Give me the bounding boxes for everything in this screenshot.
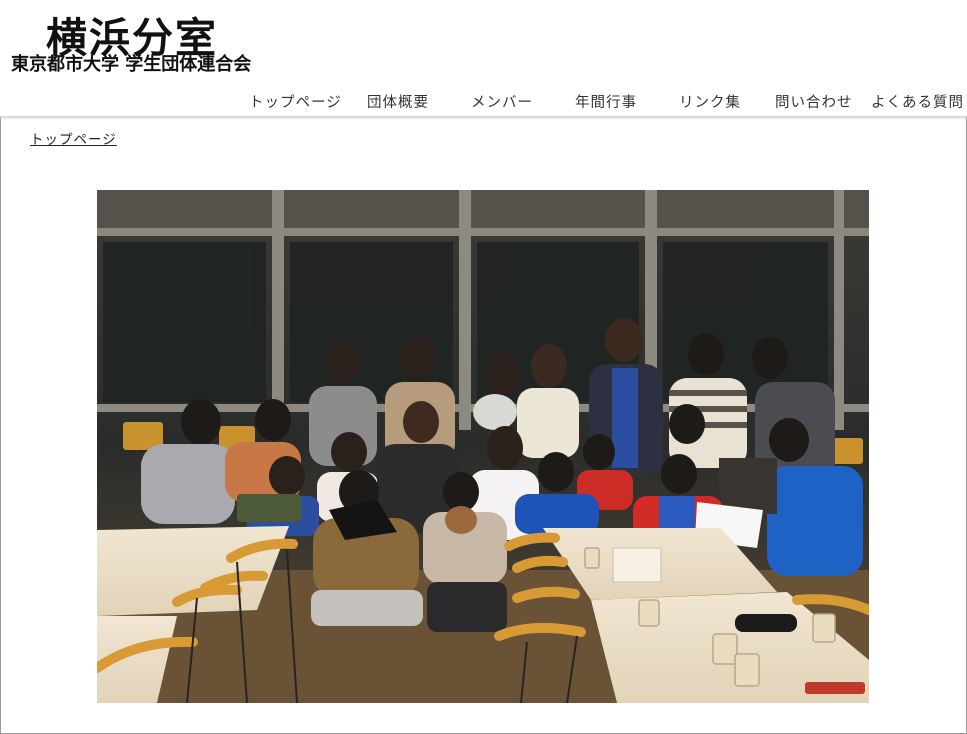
nav-item-members[interactable]: メンバー bbox=[458, 91, 562, 113]
nav-item-faq[interactable]: よくある質問 bbox=[858, 91, 963, 113]
nav-item-contact[interactable]: 問い合わせ bbox=[762, 91, 858, 113]
nav-item-top[interactable]: トップページ bbox=[236, 91, 354, 113]
nav-item-about[interactable]: 団体概要 bbox=[354, 91, 458, 113]
site-header: 横浜分室 東京都市大学 学生団体連合会 トップページ 団体概要 メンバー 年間行… bbox=[0, 0, 967, 120]
nav-item-events[interactable]: 年間行事 bbox=[562, 91, 666, 113]
group-photo bbox=[97, 190, 869, 703]
breadcrumb-top-link[interactable]: トップページ bbox=[30, 128, 117, 148]
site-logo-subtitle: 東京都市大学 学生団体連合会 bbox=[11, 54, 252, 75]
main-nav: トップページ 団体概要 メンバー 年間行事 リンク集 問い合わせ よくある質問 bbox=[236, 91, 963, 113]
nav-item-links[interactable]: リンク集 bbox=[666, 91, 762, 113]
